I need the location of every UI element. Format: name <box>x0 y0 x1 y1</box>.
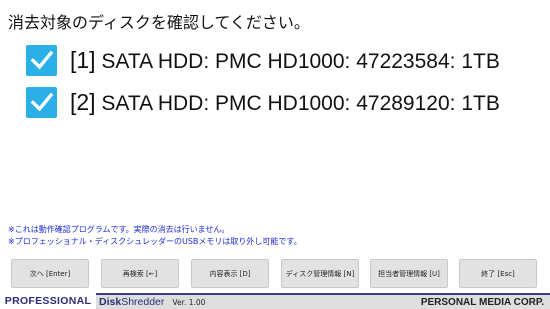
notes: ※これは動作確認プログラムです。実際の消去は行いません。 ※プロフェッショナル・… <box>8 224 302 248</box>
company-name: PERSONAL MEDIA CORP. <box>420 296 544 308</box>
content-view-button[interactable]: 内容表示 [D] <box>191 259 269 288</box>
note-line: ※プロフェッショナル・ディスクシュレッダーのUSBメモリは取り外し可能です。 <box>8 237 302 246</box>
check-icon <box>30 50 53 70</box>
prompt-text: 消去対象のディスクを確認してください。 <box>8 13 310 32</box>
checkbox[interactable] <box>26 44 57 76</box>
product-name-rest: Shredder <box>121 296 165 308</box>
operator-info-button[interactable]: 担当者管理情報 [U] <box>370 259 448 288</box>
product-name-bold: Disk <box>99 296 122 308</box>
disk-item[interactable]: [2] SATA HDD: PMC HD1000: 47289120: 1TB <box>26 86 500 118</box>
check-icon <box>30 92 53 112</box>
version-label: Ver. 1.00 <box>172 297 206 307</box>
brand-logo: PROFESSIONAL <box>0 293 96 309</box>
next-button[interactable]: 次へ [Enter] <box>11 259 89 288</box>
disk-index: [1] <box>70 46 96 73</box>
disk-description: SATA HDD: PMC HD1000: 47289120: 1TB <box>101 91 500 115</box>
product-name: Disk Shredder Ver. 1.00 <box>99 295 205 309</box>
note-line: ※これは動作確認プログラムです。実際の消去は行いません。 <box>8 225 230 234</box>
brand-text: PROFESSIONAL <box>4 295 92 307</box>
disk-description: SATA HDD: PMC HD1000: 47223584: 1TB <box>101 49 500 73</box>
checkbox[interactable] <box>26 86 57 118</box>
disk-index: [2] <box>70 88 96 115</box>
exit-button[interactable]: 終了 [Esc] <box>459 259 537 288</box>
disk-item[interactable]: [1] SATA HDD: PMC HD1000: 47223584: 1TB <box>26 44 500 76</box>
footer: PROFESSIONAL Disk Shredder Ver. 1.00 PERS… <box>0 293 550 309</box>
disk-info-button[interactable]: ディスク管理情報 [N] <box>281 259 359 288</box>
rescan-button[interactable]: 再検索 [←] <box>101 259 179 288</box>
footer-bar: Disk Shredder Ver. 1.00 PERSONAL MEDIA CO… <box>96 293 550 309</box>
disk-label: [2] SATA HDD: PMC HD1000: 47289120: 1TB <box>70 89 500 116</box>
disk-label: [1] SATA HDD: PMC HD1000: 47223584: 1TB <box>70 47 500 74</box>
